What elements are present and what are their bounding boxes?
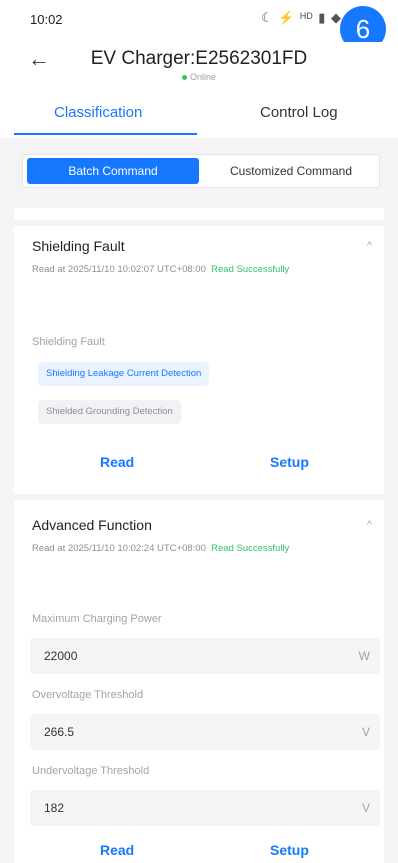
active-tab-indicator: [14, 133, 197, 135]
read-status: Read Successfully: [211, 543, 290, 554]
online-status-text: Online: [189, 72, 216, 82]
status-bar: 10:02 ☾ ⚡ ᴴᴰ ▮ ◆ 6: [0, 0, 398, 52]
batch-command-button[interactable]: Batch Command: [27, 158, 199, 184]
customized-command-button[interactable]: Customized Command: [205, 158, 377, 184]
undervoltage-value: 182: [44, 801, 65, 815]
command-segment: Batch Command Customized Command: [22, 154, 380, 188]
max-power-label: Maximum Charging Power: [32, 613, 162, 625]
status-icons: ☾ ⚡ ᴴᴰ ▮ ◆: [261, 10, 342, 25]
option-chip-grounding[interactable]: Shielded Grounding Detection: [38, 400, 181, 424]
app-header: ← EV Charger:E2562301FD Online: [0, 42, 398, 90]
setup-button[interactable]: Setup: [270, 842, 309, 858]
online-dot-icon: [181, 75, 187, 81]
setup-button[interactable]: Setup: [270, 454, 309, 470]
read-button[interactable]: Read: [100, 842, 134, 858]
undervoltage-unit: V: [361, 801, 370, 815]
read-status: Read Successfully: [211, 264, 290, 275]
collapse-chevron-icon[interactable]: ^: [367, 240, 372, 252]
card-title: Advanced Function: [32, 517, 152, 533]
card-title: Shielding Fault: [32, 238, 125, 254]
read-timestamp: Read at 2025/11/10 10:02:24 UTC+08:00 Re…: [32, 538, 352, 559]
status-time: 10:02: [30, 12, 63, 27]
page-title: EV Charger:E2562301FD: [90, 48, 308, 69]
overvoltage-label: Overvoltage Threshold: [32, 689, 144, 701]
screen: 10:02 ☾ ⚡ ᴴᴰ ▮ ◆ 6 ← EV Charger:E2562301…: [0, 0, 398, 863]
read-at-text: Read at 2025/11/10 10:02:24 UTC+08:00: [32, 543, 206, 554]
max-power-unit: W: [358, 649, 370, 663]
read-timestamp: Read at 2025/11/10 10:02:07 UTC+08:00 Re…: [32, 259, 352, 280]
online-status: Online: [0, 72, 398, 82]
undervoltage-field[interactable]: 182 V: [30, 790, 380, 826]
advanced-function-card: Advanced Function ^ Read at 2025/11/10 1…: [14, 500, 384, 863]
max-power-value: 22000: [44, 649, 78, 663]
read-at-text: Read at 2025/11/10 10:02:07 UTC+08:00: [32, 264, 206, 275]
overvoltage-field[interactable]: 266.5 V: [30, 714, 380, 750]
overvoltage-unit: V: [361, 725, 370, 739]
tab-classification[interactable]: Classification: [54, 104, 142, 121]
section-label: Shielding Fault: [32, 336, 105, 348]
overvoltage-value: 266.5: [44, 725, 75, 739]
shielding-fault-card: Shielding Fault ^ Read at 2025/11/10 10:…: [14, 226, 384, 494]
max-power-field[interactable]: 22000 W: [30, 638, 380, 674]
read-button[interactable]: Read: [100, 454, 134, 470]
undervoltage-label: Undervoltage Threshold: [32, 765, 150, 777]
card-top-edge: [14, 208, 384, 220]
tab-control-log[interactable]: Control Log: [260, 104, 338, 121]
option-chip-leakage[interactable]: Shielding Leakage Current Detection: [38, 362, 210, 386]
collapse-chevron-icon[interactable]: ^: [367, 519, 372, 531]
tab-bar: Classification Control Log: [0, 90, 398, 138]
